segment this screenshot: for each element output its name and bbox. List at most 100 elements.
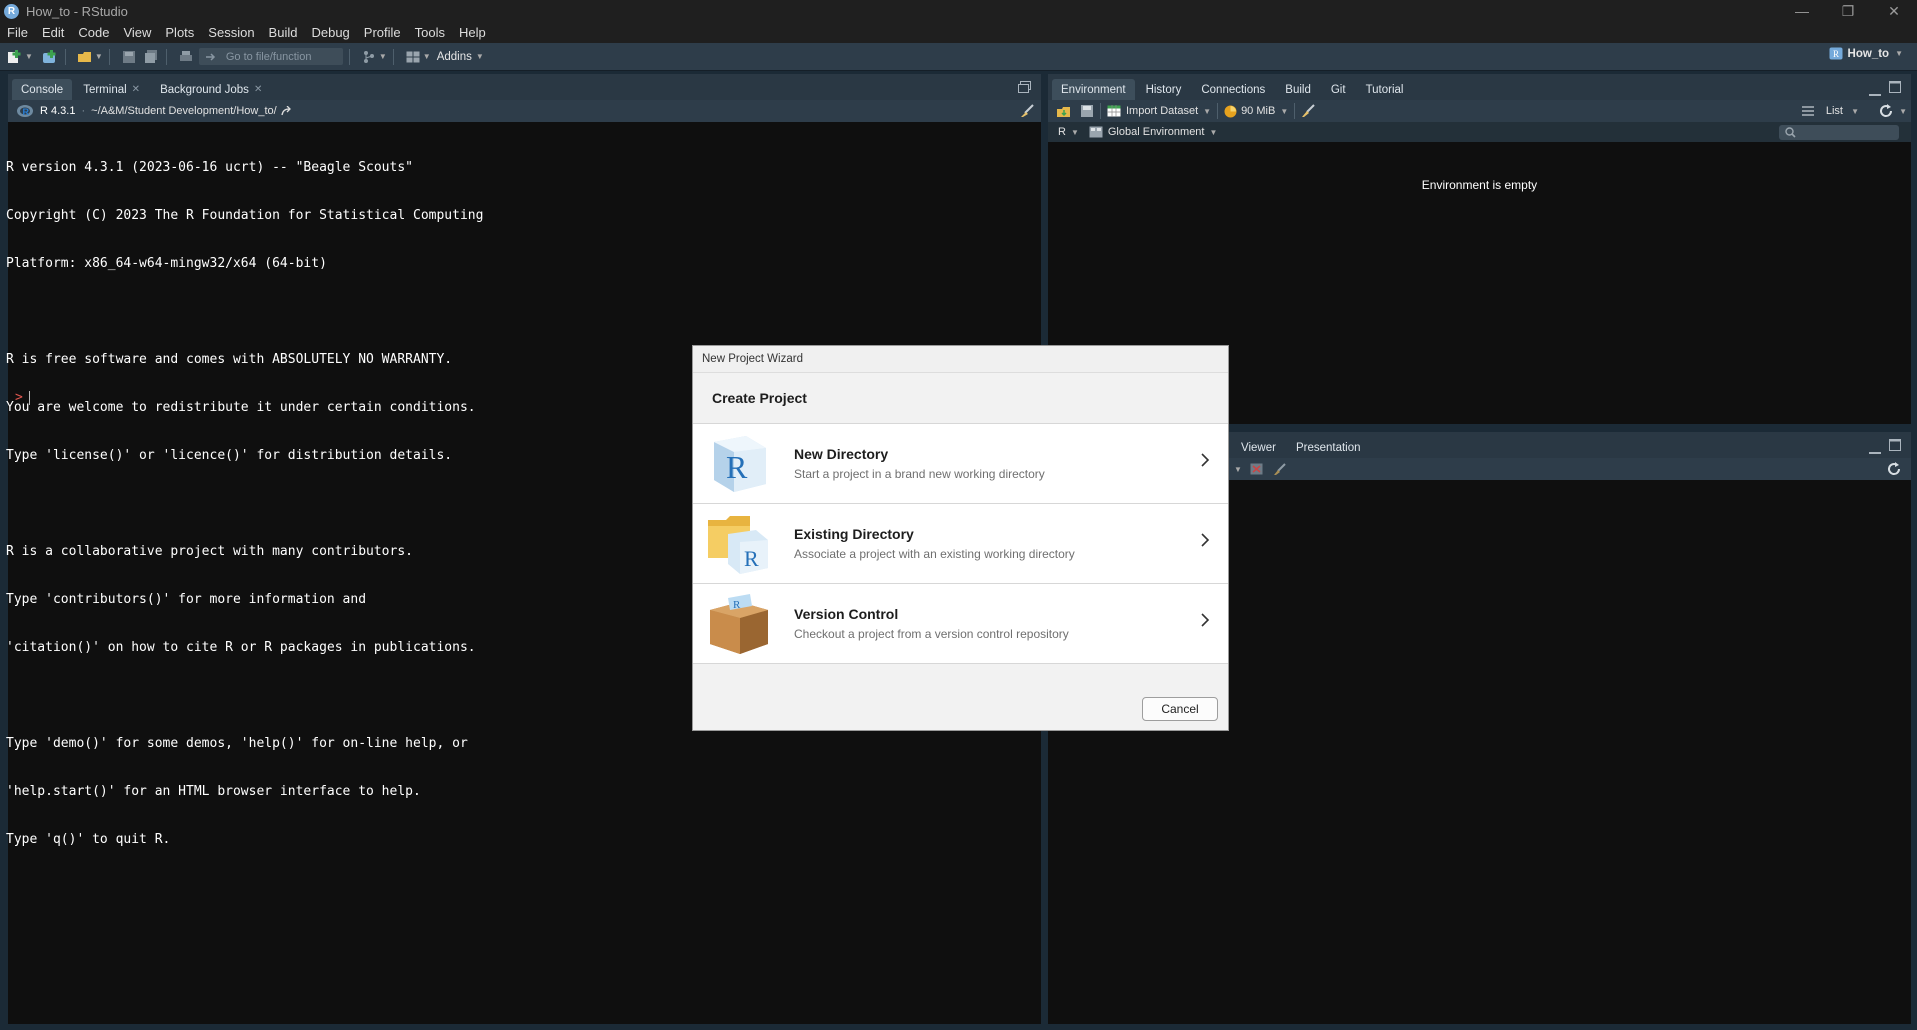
new-project-icon[interactable] — [41, 48, 59, 66]
load-workspace-icon[interactable] — [1056, 105, 1072, 118]
project-cube-icon: R — [1829, 47, 1843, 60]
tab-history[interactable]: History — [1137, 79, 1191, 100]
import-dataset-button[interactable]: Import Dataset — [1126, 105, 1198, 117]
memory-usage-icon — [1224, 105, 1237, 117]
restore-button[interactable]: ❐ — [1825, 0, 1871, 22]
clear-workspace-icon[interactable] — [1301, 104, 1315, 118]
list-view-icon — [1802, 106, 1814, 116]
menu-session[interactable]: Session — [201, 25, 261, 40]
print-icon[interactable] — [177, 48, 195, 66]
menu-bar: File Edit Code View Plots Session Build … — [0, 22, 1917, 43]
cancel-button[interactable]: Cancel — [1142, 697, 1218, 721]
option-description: Checkout a project from a version contro… — [794, 627, 1069, 641]
chevron-down-icon[interactable]: ▼ — [1234, 465, 1242, 474]
tab-viewer-label: Viewer — [1241, 441, 1276, 454]
maximize-pane-icon[interactable] — [1889, 80, 1901, 98]
version-control-option[interactable]: R Version Control Checkout a project fro… — [693, 584, 1228, 664]
tab-background-jobs[interactable]: Background Jobs ✕ — [151, 79, 271, 100]
chevron-down-icon[interactable]: ▼ — [95, 52, 103, 61]
tab-viewer[interactable]: Viewer — [1232, 437, 1285, 458]
window-title: How_to - RStudio — [26, 3, 128, 19]
tab-history-label: History — [1145, 83, 1182, 96]
console-line: Type 'contributors()' for more informati… — [6, 592, 367, 607]
tab-environment[interactable]: Environment — [1052, 79, 1135, 100]
package-box-icon: R — [706, 592, 772, 656]
tab-presentation-label: Presentation — [1295, 441, 1361, 454]
memory-usage-label[interactable]: 90 MiB — [1241, 105, 1275, 117]
save-workspace-icon[interactable] — [1080, 104, 1094, 118]
tab-build-label: Build — [1285, 83, 1311, 96]
console-input[interactable]: > — [15, 390, 30, 405]
menu-debug[interactable]: Debug — [304, 25, 356, 40]
tab-git[interactable]: Git — [1322, 79, 1355, 100]
tab-presentation[interactable]: Presentation — [1287, 437, 1370, 458]
list-view-selector[interactable]: List — [1826, 105, 1843, 117]
menu-tools[interactable]: Tools — [408, 25, 452, 40]
chevron-down-icon[interactable]: ▼ — [1280, 107, 1288, 116]
tab-tutorial[interactable]: Tutorial — [1357, 79, 1413, 100]
go-to-directory-icon[interactable] — [281, 106, 293, 116]
toolbar-divider — [1100, 103, 1101, 119]
language-selector[interactable]: R — [1058, 126, 1066, 138]
console-line: 'help.start()' for an HTML browser inter… — [6, 784, 421, 799]
chevron-down-icon[interactable]: ▼ — [379, 52, 387, 61]
close-window-button[interactable]: ✕ — [1871, 0, 1917, 22]
menu-view[interactable]: View — [116, 25, 158, 40]
option-text: New Directory Start a project in a brand… — [794, 446, 1045, 481]
chevron-down-icon[interactable]: ▼ — [1209, 128, 1217, 137]
chevron-down-icon[interactable]: ▼ — [1899, 107, 1907, 116]
toolbar-divider — [348, 48, 350, 65]
r-folder-icon: R — [706, 512, 772, 576]
tab-console[interactable]: Console — [12, 79, 73, 100]
console-line: Platform: x86_64-w64-mingw32/x64 (64-bit… — [6, 256, 327, 271]
clear-console-icon[interactable] — [1019, 104, 1035, 118]
chevron-down-icon[interactable]: ▼ — [25, 52, 33, 61]
git-icon[interactable] — [360, 48, 378, 66]
remove-viewer-icon[interactable] — [1250, 463, 1263, 475]
new-directory-option[interactable]: R New Directory Start a project in a bra… — [693, 424, 1228, 504]
save-icon[interactable] — [120, 48, 138, 66]
minimize-button[interactable]: — — [1779, 0, 1825, 22]
environment-search-input[interactable] — [1779, 125, 1899, 140]
menu-build[interactable]: Build — [262, 25, 305, 40]
tab-connections[interactable]: Connections — [1192, 79, 1274, 100]
project-menu[interactable]: R How_to ▼ — [1829, 47, 1903, 60]
menu-profile[interactable]: Profile — [357, 25, 408, 40]
addins-menu[interactable]: Addins — [437, 51, 472, 63]
option-title: Existing Directory — [794, 526, 914, 542]
refresh-icon[interactable] — [1879, 104, 1893, 118]
menu-file[interactable]: File — [0, 25, 35, 40]
maximize-pane-icon[interactable] — [1018, 80, 1031, 98]
rstudio-logo-icon: R — [4, 3, 19, 19]
menu-plots[interactable]: Plots — [158, 25, 201, 40]
menu-help[interactable]: Help — [452, 25, 493, 40]
tab-terminal[interactable]: Terminal ✕ — [74, 79, 149, 100]
arrow-right-icon — [205, 52, 215, 61]
save-all-icon[interactable] — [142, 48, 160, 66]
clear-viewer-icon[interactable] — [1273, 462, 1286, 476]
menu-code[interactable]: Code — [71, 25, 116, 40]
maximize-pane-icon[interactable] — [1889, 438, 1901, 456]
tab-build[interactable]: Build — [1276, 79, 1320, 100]
toolbar-divider — [165, 48, 167, 65]
existing-directory-option[interactable]: R Existing Directory Associate a project… — [693, 504, 1228, 584]
dialog-title: New Project Wizard — [693, 346, 1228, 373]
close-tab-icon[interactable]: ✕ — [132, 84, 140, 95]
separator-dot: · — [81, 105, 86, 117]
refresh-icon[interactable] — [1887, 462, 1901, 476]
chevron-down-icon[interactable]: ▼ — [1071, 128, 1079, 137]
chevron-down-icon[interactable]: ▼ — [1203, 107, 1211, 116]
chevron-down-icon[interactable]: ▼ — [423, 52, 431, 61]
menu-edit[interactable]: Edit — [35, 25, 71, 40]
chevron-down-icon[interactable]: ▼ — [1851, 107, 1859, 116]
chevron-down-icon[interactable]: ▼ — [476, 52, 484, 61]
environment-toolbar: Import Dataset ▼ 90 MiB ▼ List ▼ ▼ — [1048, 100, 1911, 122]
close-tab-icon[interactable]: ✕ — [254, 84, 262, 95]
global-environment-selector[interactable]: Global Environment — [1108, 126, 1205, 138]
go-to-file-input[interactable]: Go to file/function — [198, 48, 343, 65]
new-file-icon[interactable] — [6, 48, 24, 66]
pane-layout-icon[interactable] — [404, 48, 422, 66]
open-folder-icon[interactable] — [76, 48, 94, 66]
tab-background-jobs-label: Background Jobs — [160, 83, 249, 96]
